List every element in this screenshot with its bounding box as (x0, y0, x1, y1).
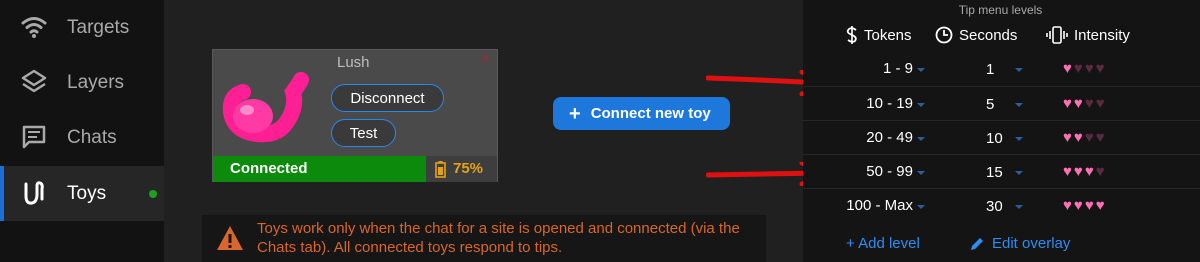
tip-level-row: 100 - Max 30 ♥ ♥ ♥ ♥ (803, 188, 1200, 222)
vibration-icon (1046, 26, 1068, 44)
edit-overlay-label: Edit overlay (992, 235, 1071, 252)
sidebar: Targets Layers Chats Toys (0, 0, 164, 262)
close-icon[interactable]: ✕ (479, 52, 495, 68)
plus-icon: + (569, 102, 581, 125)
seconds-header-label: Seconds (959, 26, 1018, 44)
heart-icon[interactable]: ♥ (1085, 96, 1094, 111)
tip-level-row: 1 - 9 1 ♥ ♥ ♥ ♥ (803, 52, 1200, 86)
heart-icon[interactable]: ♥ (1074, 164, 1083, 179)
heart-icon[interactable]: ♥ (1074, 61, 1083, 76)
sidebar-item-label: Targets (67, 16, 130, 38)
seconds-header: Seconds (935, 26, 1017, 44)
intensity-rating[interactable]: ♥ ♥ ♥ ♥ (1063, 96, 1105, 111)
battery-level: 75% (453, 160, 484, 177)
heart-icon[interactable]: ♥ (1096, 61, 1105, 76)
battery-icon (435, 161, 446, 178)
connect-new-toy-button[interactable]: + Connect new toy (553, 97, 730, 130)
seconds-value[interactable]: 5 (986, 96, 994, 113)
chevron-down-icon[interactable] (917, 137, 925, 141)
intensity-header-label: Intensity (1074, 26, 1130, 44)
heart-icon[interactable]: ♥ (1063, 61, 1072, 76)
seconds-value[interactable]: 10 (986, 130, 1003, 147)
chevron-down-icon[interactable] (917, 103, 925, 107)
sidebar-item-toys[interactable]: Toys (0, 166, 164, 221)
chevron-down-icon[interactable] (1015, 171, 1023, 175)
heart-icon[interactable]: ♥ (1074, 198, 1083, 213)
connection-status: Connected (230, 160, 308, 177)
heart-icon[interactable]: ♥ (1096, 96, 1105, 111)
chevron-down-icon[interactable] (917, 171, 925, 175)
edit-overlay-button[interactable]: Edit overlay (970, 235, 1070, 252)
warning-text: Toys work only when the chat for a site … (257, 220, 740, 256)
seconds-value[interactable]: 15 (986, 164, 1003, 181)
intensity-header: Intensity (1046, 26, 1130, 44)
connection-status-bar: Connected 75% (213, 156, 497, 182)
toy-card: Lush ✕ Disconnect Test Connected 75% (212, 49, 498, 182)
chevron-down-icon[interactable] (1015, 137, 1023, 141)
add-level-button[interactable]: + Add level (846, 235, 920, 252)
heart-icon[interactable]: ♥ (1063, 164, 1072, 179)
heart-icon[interactable]: ♥ (1096, 164, 1105, 179)
heart-icon[interactable]: ♥ (1063, 96, 1072, 111)
tokens-range[interactable]: 1 - 9 (883, 60, 913, 77)
tokens-range[interactable]: 100 - Max (846, 197, 913, 214)
tip-menu-title: Tip menu levels (958, 3, 1043, 17)
chevron-down-icon[interactable] (917, 68, 925, 72)
heart-icon[interactable]: ♥ (1074, 96, 1083, 111)
sidebar-item-targets[interactable]: Targets (0, 0, 164, 55)
tokens-range[interactable]: 50 - 99 (866, 163, 913, 180)
dollar-icon (846, 26, 857, 44)
tokens-range[interactable]: 20 - 49 (866, 129, 913, 146)
heart-icon[interactable]: ♥ (1096, 130, 1105, 145)
sidebar-item-chats[interactable]: Chats (0, 110, 164, 165)
tip-level-row: 10 - 19 5 ♥ ♥ ♥ ♥ (803, 86, 1200, 120)
tip-level-row: 50 - 99 15 ♥ ♥ ♥ ♥ (803, 154, 1200, 188)
connect-new-toy-label: Connect new toy (590, 105, 711, 122)
chat-icon (22, 125, 46, 149)
sidebar-item-label: Chats (67, 126, 117, 148)
sidebar-item-label: Layers (67, 71, 125, 93)
seconds-value[interactable]: 30 (986, 198, 1003, 215)
tip-level-row: 20 - 49 10 ♥ ♥ ♥ ♥ (803, 120, 1200, 154)
intensity-rating[interactable]: ♥ ♥ ♥ ♥ (1063, 130, 1105, 145)
clock-icon (935, 26, 953, 44)
tokens-range[interactable]: 10 - 19 (866, 95, 913, 112)
toy-image (213, 50, 323, 156)
warning-banner: Toys work only when the chat for a site … (202, 215, 766, 262)
heart-icon[interactable]: ♥ (1085, 61, 1094, 76)
heart-icon[interactable]: ♥ (1085, 198, 1094, 213)
heart-icon[interactable]: ♥ (1085, 164, 1094, 179)
tip-menu-panel: Tip menu levels Tokens Seconds Intensity… (803, 0, 1200, 262)
intensity-rating[interactable]: ♥ ♥ ♥ ♥ (1063, 61, 1105, 76)
heart-icon[interactable]: ♥ (1074, 130, 1083, 145)
seconds-value[interactable]: 1 (986, 61, 994, 78)
intensity-rating[interactable]: ♥ ♥ ♥ ♥ (1063, 164, 1105, 179)
pencil-icon (971, 238, 983, 250)
heart-icon[interactable]: ♥ (1096, 198, 1105, 213)
test-button[interactable]: Test (331, 119, 396, 147)
online-status-dot (149, 190, 157, 198)
intensity-rating[interactable]: ♥ ♥ ♥ ♥ (1063, 198, 1105, 213)
disconnect-button[interactable]: Disconnect (331, 84, 444, 112)
wifi-icon (21, 17, 47, 38)
toy-icon (24, 181, 44, 205)
layers-icon (21, 69, 47, 93)
heart-icon[interactable]: ♥ (1063, 130, 1072, 145)
toy-name: Lush (337, 54, 370, 71)
chevron-down-icon[interactable] (1015, 68, 1023, 72)
heart-icon[interactable]: ♥ (1063, 198, 1072, 213)
chevron-down-icon[interactable] (1015, 103, 1023, 107)
sidebar-item-layers[interactable]: Layers (0, 55, 164, 110)
tokens-header-label: Tokens (864, 26, 912, 44)
chevron-down-icon[interactable] (917, 205, 925, 209)
heart-icon[interactable]: ♥ (1085, 130, 1094, 145)
chevron-down-icon[interactable] (1015, 205, 1023, 209)
tokens-header: Tokens (846, 26, 912, 44)
warning-icon (217, 226, 243, 250)
sidebar-item-label: Toys (67, 182, 107, 204)
